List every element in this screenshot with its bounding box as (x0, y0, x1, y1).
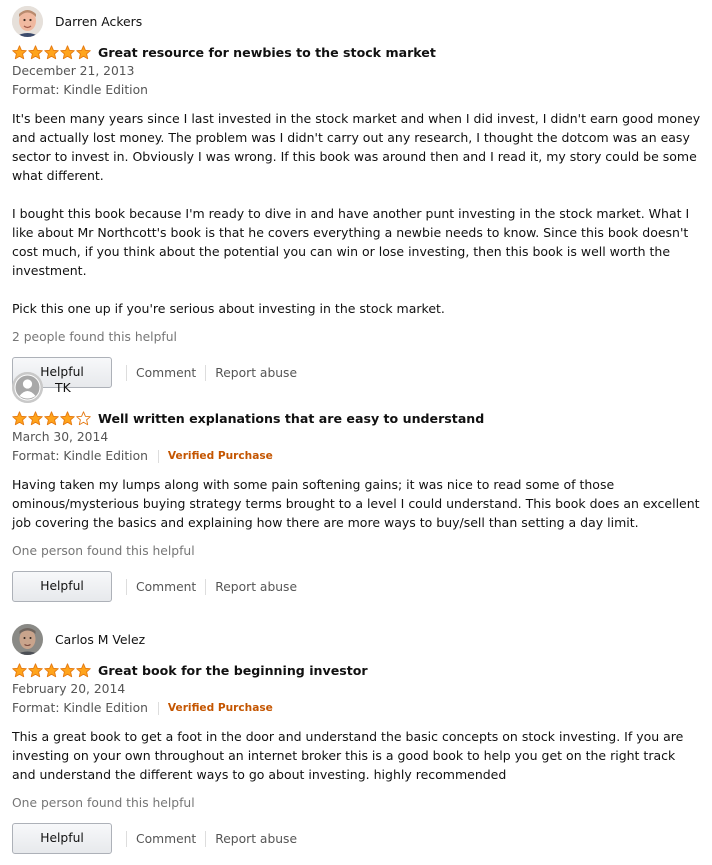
filled-star-icon (76, 662, 91, 677)
review-title-row: Well written explanations that are easy … (12, 408, 702, 428)
divider (126, 578, 127, 595)
filled-star-icon (60, 44, 75, 59)
review-body: This a great book to get a foot in the d… (12, 727, 702, 784)
reviewer-profile[interactable]: TK (12, 371, 702, 403)
report-abuse-link[interactable]: Report abuse (215, 832, 297, 846)
review-actions: Helpful Comment Report abuse (12, 571, 702, 602)
review-format-row: Format: Kindle Edition Verified Purchase (12, 447, 702, 466)
comment-link[interactable]: Comment (136, 832, 196, 846)
review-format: Format: Kindle Edition (12, 83, 148, 97)
star-rating[interactable] (12, 44, 91, 60)
review-date: February 20, 2014 (12, 682, 126, 696)
review-paragraph: Pick this one up if you're serious about… (12, 301, 445, 316)
filled-star-icon (60, 662, 75, 677)
review-paragraph: I bought this book because I'm ready to … (12, 206, 690, 278)
helpful-button[interactable]: Helpful (12, 823, 112, 854)
review-title[interactable]: Great book for the beginning investor (98, 663, 368, 678)
review-format-row: Format: Kindle Edition (12, 81, 702, 100)
reviewer-name[interactable]: Darren Ackers (55, 14, 142, 29)
divider (205, 578, 207, 595)
review-paragraph: It's been many years since I last invest… (12, 111, 701, 183)
report-abuse-link[interactable]: Report abuse (215, 580, 297, 594)
filled-star-icon (28, 662, 43, 677)
comment-link[interactable]: Comment (136, 580, 196, 594)
review-paragraph: This a great book to get a foot in the d… (12, 729, 684, 782)
divider (126, 830, 127, 847)
helpful-button[interactable]: Helpful (12, 571, 112, 602)
helpful-count: One person found this helpful (12, 544, 195, 558)
review-card: Darren Ackers Great resource for newbies… (12, 5, 702, 388)
review-format: Format: Kindle Edition (12, 701, 148, 715)
filled-star-icon (12, 44, 27, 59)
review-actions: Helpful Comment Report abuse (12, 823, 702, 854)
filled-star-icon (76, 44, 91, 59)
verified-purchase-badge[interactable]: Verified Purchase (168, 447, 273, 466)
divider (157, 702, 159, 715)
filled-star-icon (44, 44, 59, 59)
helpful-count: One person found this helpful (12, 796, 195, 810)
filled-star-icon (44, 410, 59, 425)
divider (205, 830, 207, 847)
review-title[interactable]: Great resource for newbies to the stock … (98, 45, 436, 60)
review-title-row: Great book for the beginning investor (12, 660, 702, 680)
filled-star-icon (44, 662, 59, 677)
filled-star-icon (12, 662, 27, 677)
verified-purchase-badge[interactable]: Verified Purchase (168, 699, 273, 718)
review-paragraph: Having taken my lumps along with some pa… (12, 477, 700, 530)
default-user-icon[interactable] (12, 371, 43, 403)
review-format-row: Format: Kindle Edition Verified Purchase (12, 699, 702, 718)
reviewer-name[interactable]: Carlos M Velez (55, 632, 145, 647)
filled-star-icon (60, 410, 75, 425)
avatar[interactable] (12, 5, 43, 37)
review-card: TK Well written explanations that are ea… (12, 371, 702, 602)
filled-star-icon (12, 410, 27, 425)
review-title[interactable]: Well written explanations that are easy … (98, 411, 484, 426)
review-body: It's been many years since I last invest… (12, 109, 702, 318)
review-date: March 30, 2014 (12, 430, 109, 444)
review-format: Format: Kindle Edition (12, 449, 148, 463)
star-rating[interactable] (12, 662, 91, 678)
review-date: December 21, 2013 (12, 64, 135, 78)
avatar[interactable] (12, 623, 43, 655)
review-title-row: Great resource for newbies to the stock … (12, 42, 702, 62)
empty-star-icon (76, 410, 91, 425)
filled-star-icon (28, 410, 43, 425)
helpful-count: 2 people found this helpful (12, 330, 177, 344)
review-body: Having taken my lumps along with some pa… (12, 475, 702, 532)
star-rating[interactable] (12, 410, 91, 426)
reviewer-profile[interactable]: Carlos M Velez (12, 623, 702, 655)
filled-star-icon (28, 44, 43, 59)
reviewer-profile[interactable]: Darren Ackers (12, 5, 702, 37)
divider (157, 450, 159, 463)
reviewer-name[interactable]: TK (55, 380, 71, 395)
review-card: Carlos M Velez Great book for the beginn… (12, 623, 702, 854)
